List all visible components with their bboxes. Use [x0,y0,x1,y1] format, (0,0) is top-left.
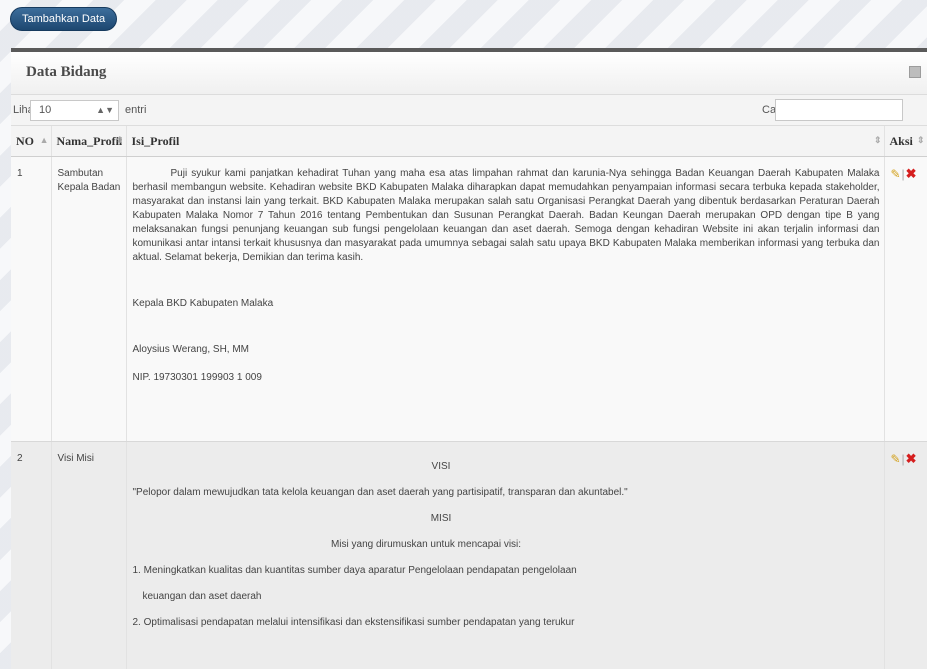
header-isi-label: Isi_Profil [131,133,180,148]
delete-x-icon[interactable]: ✖ [906,167,917,181]
add-data-button[interactable]: Tambahkan Data [10,7,118,31]
header-aksi[interactable]: Aksi ⇕ [884,126,927,157]
cell-nama-profil: Sambutan Kepala Badan [51,156,127,442]
panel-header: Data Bidang [11,52,927,95]
sort-icon: ⇕ [115,135,124,145]
header-no-label: NO [16,133,34,148]
collapse-icon[interactable] [909,66,921,78]
header-no[interactable]: NO ▲ [11,126,52,157]
data-table: NO ▲ Nama_Profil ⇕ Isi_Profil ⇕ Aksi ⇕ 1 Sam… [11,126,927,669]
sort-icon: ⇕ [873,135,882,145]
cell-isi-profil: Puji syukur kami panjatkan kehadirat Tuh… [126,156,885,442]
page-length-select[interactable]: 10 ▲▼ [30,100,119,121]
visi-text: "Pelopor dalam mewujudkan tata kelola ke… [132,487,628,498]
top-toolbar: Tambahkan Data [0,0,927,46]
table-row: 1 Sambutan Kepala Badan Puji syukur kami… [11,156,927,442]
action-separator: | [901,167,905,181]
signature-title: Kepala BKD Kabupaten Malaka [132,298,274,309]
signature-name: Aloysius Werang, SH, MM [132,344,250,355]
entries-label: entri [125,104,147,116]
signature-nip: NIP. 19730301 199903 1 009 [132,372,262,383]
misi-item-2: 2. Optimalisasi pendapatan melalui inten… [132,617,575,628]
visi-heading: VISI [431,461,451,472]
misi-heading: MISI [430,513,452,524]
table-row: 2 Visi Misi VISI "Pelopor dalam mewujudk… [11,441,927,669]
action-separator: | [901,452,905,466]
header-nama-label: Nama_Profil [56,133,123,148]
sort-asc-icon: ▲ [39,135,49,145]
table-controls: Lihat 10 ▲▼ entri Cari: [11,95,927,126]
data-panel: Data Bidang Lihat 10 ▲▼ entri Cari: NO ▲ … [11,48,927,669]
misi-intro: Misi yang dirumuskan untuk mencapai visi… [330,539,522,550]
table-header-row: NO ▲ Nama_Profil ⇕ Isi_Profil ⇕ Aksi ⇕ [11,126,927,157]
cell-isi-profil: VISI "Pelopor dalam mewujudkan tata kelo… [126,441,885,669]
misi-item-1-cont: keuangan dan aset daerah [142,591,262,602]
edit-pencil-icon[interactable]: ✎ [891,452,901,466]
cell-aksi: ✎|✖ [884,441,927,669]
edit-pencil-icon[interactable]: ✎ [891,167,901,181]
page-length-value: 10 [39,104,52,116]
header-aksi-label: Aksi [889,133,913,148]
misi-item-1: 1. Meningkatkan kualitas dan kuantitas s… [132,565,577,576]
greeting-paragraph: Puji syukur kami panjatkan kehadirat Tuh… [132,168,880,263]
sort-icon: ⇕ [916,135,925,145]
panel-title: Data Bidang [26,64,107,80]
cell-nama-profil: Visi Misi [51,441,127,669]
search-input[interactable] [775,99,903,121]
header-nama-profil[interactable]: Nama_Profil ⇕ [51,126,127,157]
cell-no: 1 [11,156,52,442]
cell-aksi: ✎|✖ [884,156,927,442]
select-arrow-icon: ▲▼ [96,105,114,115]
cell-no: 2 [11,441,52,669]
delete-x-icon[interactable]: ✖ [906,452,917,466]
header-isi-profil[interactable]: Isi_Profil ⇕ [126,126,885,157]
